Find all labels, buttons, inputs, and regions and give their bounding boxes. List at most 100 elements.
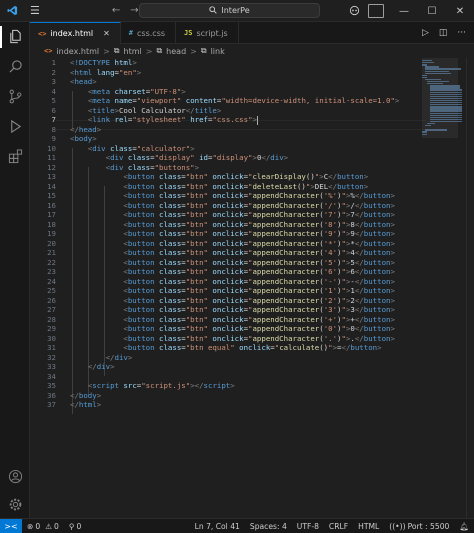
close-tab-icon[interactable]: ✕: [103, 29, 110, 38]
broadcast-icon: ⚲: [68, 521, 75, 531]
code-line: <html lang="en">: [70, 67, 142, 77]
split-editor-icon[interactable]: ◫: [439, 28, 448, 38]
error-count: 0: [35, 521, 41, 531]
line-number: 26: [47, 295, 56, 305]
line-number: 17: [47, 210, 56, 219]
settings-gear-icon[interactable]: [7, 496, 23, 512]
breadcrumb-item-html[interactable]: html: [124, 47, 142, 56]
error-icon: ⊗: [27, 521, 34, 531]
line-number: 7: [51, 115, 56, 124]
code-line: </div>: [87, 362, 115, 371]
maximize-button[interactable]: ☐: [418, 6, 446, 17]
code-line: <button class="btn" onclick="appendChara…: [123, 200, 395, 210]
minimize-button[interactable]: —: [390, 6, 418, 17]
tab-css-css[interactable]: # css.css: [121, 22, 177, 44]
indentation[interactable]: Spaces: 4: [245, 522, 292, 531]
line-number: 31: [47, 343, 56, 352]
line-number: 33: [47, 362, 56, 371]
code-line: <button class="btn equal" onclick="calcu…: [123, 343, 382, 352]
search-icon: [209, 5, 218, 16]
breadcrumb-separator: >: [103, 46, 110, 56]
minimap[interactable]: [422, 58, 466, 138]
warning-count: 0: [54, 521, 59, 531]
code-line: <script src="script.js"></script>: [87, 381, 235, 390]
line-number: 32: [47, 352, 56, 362]
code-line: <button class="btn" onclick="appendChara…: [123, 267, 395, 276]
encoding[interactable]: UTF-8: [292, 522, 324, 531]
code-line: <button class="btn" onclick="appendChara…: [123, 219, 395, 229]
menu-icon[interactable]: ☰: [30, 4, 40, 17]
code-line: <meta name="viewport" content="width=dev…: [87, 96, 400, 105]
code-line: <div class="display" id="display">0</div…: [105, 153, 289, 162]
code-editor[interactable]: 1 2 3 4 5 6 7 8 9 10 11 12 13 14 15 16 17 18 19 20 21 22 23 24 2…: [30, 58, 474, 518]
line-number: 35: [47, 381, 56, 390]
code-line: <button class="btn" onclick="appendChara…: [123, 305, 395, 314]
forward-arrow-icon[interactable]: →: [130, 5, 138, 16]
more-actions-icon[interactable]: ···: [457, 28, 466, 38]
problems-button[interactable]: ⊗ 0 ⚠ 0: [22, 522, 64, 531]
element-icon: ⧉: [156, 46, 163, 55]
code-line: <button class="btn" onclick="appendChara…: [123, 324, 395, 333]
vertical-scrollbar[interactable]: [466, 58, 474, 518]
search-text: InterPe: [221, 6, 250, 15]
back-arrow-icon[interactable]: ←: [112, 5, 120, 16]
close-window-button[interactable]: ✕: [446, 6, 474, 17]
code-line: <div class="buttons">: [105, 162, 200, 172]
line-number: 29: [47, 324, 56, 333]
line-number: 36: [47, 390, 56, 400]
line-number: 1: [51, 58, 56, 67]
html-file-icon: <>: [44, 47, 53, 55]
search-icon[interactable]: [7, 58, 23, 74]
breadcrumb-file[interactable]: index.html: [56, 47, 99, 56]
code-line: </head>: [70, 124, 102, 134]
breadcrumb-separator: >: [145, 46, 153, 56]
minimap-line: [425, 129, 447, 131]
editor-tabs: <> index.html ✕ # css.css JS script.js ▷…: [30, 22, 474, 44]
title-bar: ☰ ← → InterPe — ☐ ✕: [0, 0, 474, 22]
breadcrumb: <> index.html > ⧉ html > ⧉ head > ⧉ link: [30, 44, 474, 58]
code-line: <button class="btn" onclick="appendChara…: [123, 295, 395, 305]
line-number: 23: [47, 267, 56, 276]
code-line: <!DOCTYPE html>: [70, 58, 137, 67]
ports-count: 0: [76, 521, 82, 531]
run-icon[interactable]: ▷: [422, 28, 429, 38]
run-debug-icon[interactable]: [7, 118, 23, 134]
extensions-icon[interactable]: [7, 148, 23, 164]
code-line: <button class="btn" onclick="appendChara…: [123, 210, 395, 219]
vscode-logo-icon: [6, 5, 18, 17]
code-line: <button class="btn" onclick="appendChara…: [123, 276, 395, 286]
line-number: 11: [47, 153, 56, 162]
line-number: 8: [51, 124, 56, 134]
line-ending[interactable]: CRLF: [324, 522, 353, 531]
toggle-layout-icon[interactable]: [368, 4, 384, 18]
code-line: <button class="btn" onclick="appendChara…: [123, 333, 395, 343]
cursor-position[interactable]: Ln 7, Col 41: [190, 522, 245, 531]
line-number: 15: [47, 191, 56, 200]
line-number: 19: [47, 229, 56, 238]
breadcrumb-separator: >: [190, 46, 197, 56]
tab-label: script.js: [196, 28, 228, 38]
explorer-files-icon[interactable]: [7, 28, 23, 44]
language-mode[interactable]: HTML: [353, 522, 384, 531]
line-number: 22: [47, 257, 56, 267]
remote-indicator-button[interactable]: ><: [0, 518, 22, 533]
live-server-port: Port : 5500: [407, 521, 450, 531]
copilot-icon[interactable]: [349, 5, 360, 18]
code-line: <title>Cool Calculator</title>: [87, 105, 222, 115]
code-line: <button class="btn" onclick="appendChara…: [123, 238, 395, 248]
tab-index-html[interactable]: <> index.html ✕: [30, 22, 121, 44]
notifications-bell-icon[interactable]: 🔔︎: [454, 522, 474, 531]
breadcrumb-item-link[interactable]: link: [211, 47, 225, 56]
account-icon[interactable]: [7, 468, 23, 484]
tab-label: css.css: [137, 28, 166, 38]
breadcrumb-item-head[interactable]: head: [166, 47, 186, 56]
source-control-icon[interactable]: [7, 88, 23, 104]
live-server-button[interactable]: ((•)) Port : 5500: [384, 522, 454, 531]
tab-script-js[interactable]: JS script.js: [176, 22, 239, 44]
css-file-icon: #: [128, 29, 134, 37]
line-number: 37: [47, 400, 56, 409]
command-center-search[interactable]: InterPe: [139, 3, 320, 18]
minimap-line: [425, 72, 451, 74]
code-line: <link rel="stylesheet" href="css.css">: [87, 115, 258, 125]
ports-button[interactable]: ⚲ 0: [64, 522, 86, 531]
